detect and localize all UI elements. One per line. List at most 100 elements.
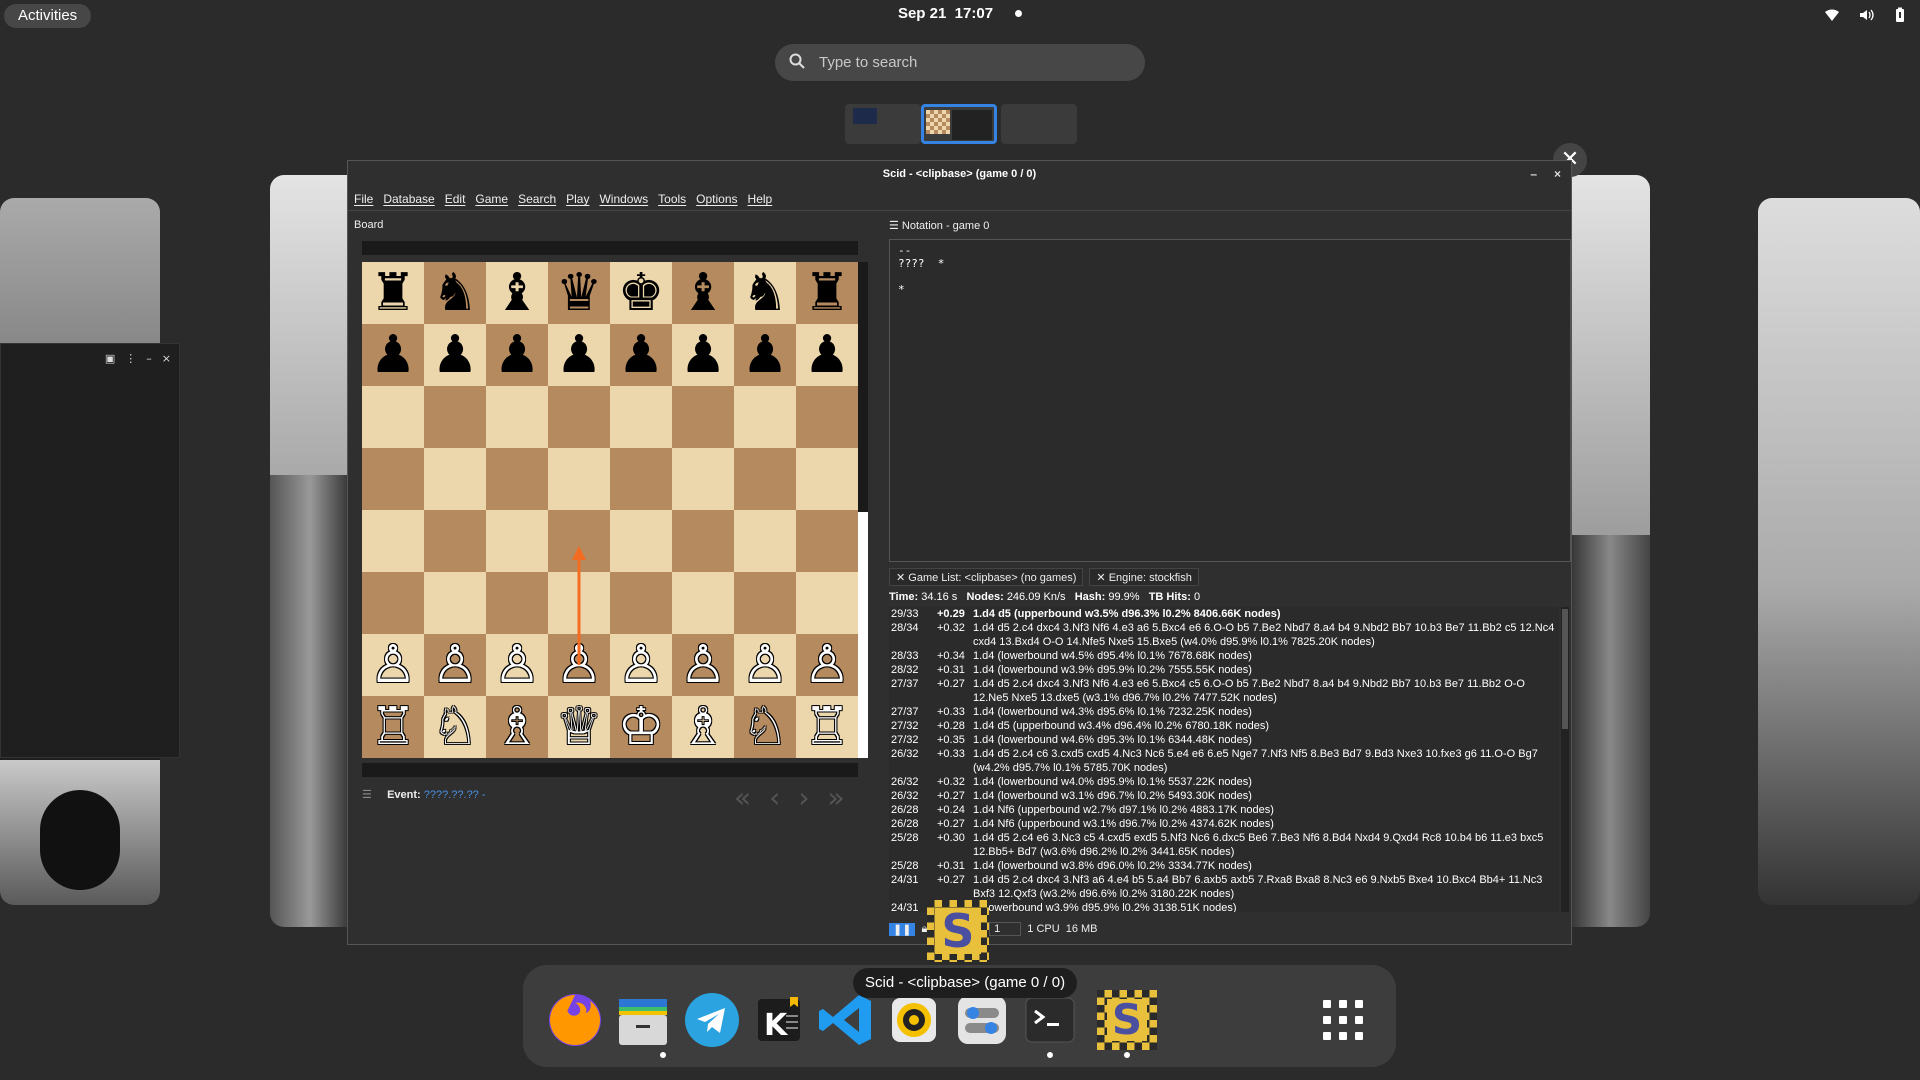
pv-score: +0.33	[937, 706, 965, 718]
pv-row[interactable]: 26/32 +0.32 1.d4 (lowerbound w4.0% d95.9% …	[889, 775, 1559, 789]
system-tray[interactable]	[1824, 7, 1908, 23]
menu-icon[interactable]: ⋮	[125, 352, 136, 365]
overview-search[interactable]	[775, 44, 1145, 81]
menu-edit[interactable]: Edit	[445, 187, 466, 210]
rhythmbox-icon[interactable]	[884, 990, 944, 1050]
tab-game-list[interactable]: ✕ Game List: <clipbase> (no games)	[889, 568, 1084, 586]
pause-icon[interactable]: ❚❚	[889, 922, 916, 936]
pv-line: 1.d4 d5 (upperbound w3.4% d96.4% l0.2% 6…	[973, 720, 1269, 732]
close-icon[interactable]: ×	[1554, 161, 1561, 187]
clock[interactable]: Sep 21 17:07	[0, 5, 1920, 22]
pv-row[interactable]: 25/28 +0.31 1.d4 (lowerbound w3.8% d96.0% …	[889, 859, 1559, 873]
files-icon[interactable]	[613, 990, 673, 1050]
prev-move-icon[interactable]: ‹	[769, 781, 780, 814]
pv-line: 1.d4 (lowerbound w4.0% d95.9% l0.1% 5537…	[973, 776, 1252, 788]
workspace-thumbnail-2[interactable]	[921, 104, 997, 144]
pv-row[interactable]: 27/32 +0.35 1.d4 (lowerbound w4.6% d95.3% …	[889, 733, 1559, 747]
terminal-icon[interactable]	[1020, 990, 1080, 1050]
pv-row[interactable]: 28/34 +0.32 1.d4 d5 2.c4 dxc4 3.Nf3 Nf6 4.…	[889, 621, 1559, 649]
minimize-icon[interactable]: –	[146, 352, 152, 365]
pv-row[interactable]: 27/37 +0.27 1.d4 d5 2.c4 dxc4 3.Nf3 Nf6 4.…	[889, 677, 1559, 705]
pv-depth: 26/28	[891, 818, 919, 830]
scid-icon[interactable]: S	[1097, 990, 1157, 1050]
pv-scrollbar-thumb[interactable]	[1562, 609, 1568, 729]
pv-line: 1.d4 Nf6 (upperbound w2.7% d97.1% l0.2% …	[973, 804, 1274, 816]
pv-row[interactable]: 27/32 +0.28 1.d4 d5 (upperbound w3.4% d96.…	[889, 719, 1559, 733]
workspace-thumbnail-3[interactable]	[1001, 104, 1077, 144]
pv-row[interactable]: 24/31 +0.27 1.d4 d5 2.c4 dxc4 3.Nf3 a6 4.e…	[889, 873, 1559, 901]
pv-depth: 26/32	[891, 790, 919, 802]
pv-row[interactable]: 24/31 4 (lowerbound w3.9% d95.9% l0.2% 31…	[889, 901, 1559, 912]
menu-play[interactable]: Play	[566, 187, 589, 210]
close-icon[interactable]: ×	[162, 352, 171, 365]
pv-row[interactable]: 28/33 +0.34 1.d4 (lowerbound w4.5% d95.4% …	[889, 649, 1559, 663]
scid-icon[interactable]: S	[927, 900, 989, 962]
battery-icon	[1892, 7, 1908, 23]
running-indicator	[1047, 1052, 1053, 1058]
pv-row[interactable]: 26/32 +0.33 1.d4 d5 2.c4 c6 3.cxd5 cxd5 4.…	[889, 747, 1559, 775]
search-input[interactable]	[817, 53, 1117, 72]
pv-row[interactable]: 26/28 +0.24 1.d4 Nf6 (upperbound w2.7% d97…	[889, 803, 1559, 817]
menu-lines-icon[interactable]: ☰	[362, 788, 384, 801]
pv-row[interactable]: 25/28 +0.30 1.d4 d5 2.c4 e6 3.Nc3 c5 4.cxd…	[889, 831, 1559, 859]
window-titlebar[interactable]: Scid - <clipbase> (game 0 / 0) – ×	[348, 161, 1571, 187]
tab-engine[interactable]: ✕ Engine: stockfish	[1089, 568, 1199, 586]
menu-database[interactable]: Database	[383, 187, 434, 210]
pv-row[interactable]: 27/37 +0.33 1.d4 (lowerbound w4.3% d95.6% …	[889, 705, 1559, 719]
board-bottom-bar	[362, 763, 858, 777]
notation-pane[interactable]: -- ???? * *	[889, 239, 1571, 562]
settings-icon[interactable]	[952, 990, 1012, 1050]
pv-score: +0.28	[937, 720, 965, 732]
last-move-icon[interactable]: »	[828, 781, 845, 814]
threads-field[interactable]: 1	[989, 922, 1022, 936]
notification-dot	[1015, 9, 1023, 17]
firefox-icon[interactable]	[545, 990, 605, 1050]
window-title: Scid - <clipbase> (game 0 / 0)	[882, 168, 1037, 180]
menu-windows[interactable]: Windows	[599, 187, 648, 210]
workspace-thumbnail-1[interactable]	[845, 104, 921, 144]
pv-line: 1.d4 d5 (upperbound w3.5% d96.3% l0.2% 8…	[973, 608, 1281, 620]
minimize-icon[interactable]: –	[1530, 161, 1537, 187]
menu-file[interactable]: File	[354, 187, 373, 210]
board-top-bar	[362, 241, 858, 255]
notation-tab[interactable]: ☰ Notation - game 0	[889, 219, 989, 232]
menu-search[interactable]: Search	[518, 187, 556, 210]
engine-pv-list[interactable]: 29/33 +0.29 1.d4 d5 (upperbound w3.5% d96.…	[889, 607, 1559, 912]
next-move-icon[interactable]: ›	[798, 781, 809, 814]
pv-row[interactable]: 28/32 +0.31 1.d4 (lowerbound w3.9% d95.9% …	[889, 663, 1559, 677]
first-move-icon[interactable]: «	[734, 781, 751, 814]
left-window-controls: ▣ ⋮ – ×	[105, 352, 171, 365]
left-app-window[interactable]: ▣ ⋮ – ×	[0, 343, 180, 758]
pv-score: +0.32	[937, 776, 965, 788]
workspace-window-preview	[926, 110, 950, 134]
pv-row[interactable]: 26/28 +0.27 1.d4 Nf6 (upperbound w3.1% d96…	[889, 817, 1559, 831]
mem-label: 16 MB	[1065, 923, 1098, 935]
scid-window[interactable]: Scid - <clipbase> (game 0 / 0) – × File …	[347, 160, 1572, 945]
menu-help[interactable]: Help	[748, 187, 773, 210]
menu-options[interactable]: Options	[696, 187, 737, 210]
nodes-value: 246.09 Kn/s	[1006, 591, 1066, 603]
event-label: Event:	[387, 789, 421, 801]
screenshot-icon[interactable]: ▣	[105, 352, 115, 365]
pv-line: 1.d4 (lowerbound w4.3% d95.6% l0.1% 7232…	[973, 706, 1252, 718]
pv-depth: 27/37	[891, 678, 919, 690]
pv-row[interactable]: 29/33 +0.29 1.d4 d5 (upperbound w3.5% d96.…	[889, 607, 1559, 621]
rock-image	[1570, 535, 1650, 927]
pv-depth: 29/33	[891, 608, 919, 620]
vscode-icon[interactable]	[816, 990, 876, 1050]
app-grid-icon[interactable]	[1313, 990, 1373, 1050]
tb-label: TB Hits:	[1148, 591, 1191, 603]
kate-icon[interactable]: K	[749, 990, 809, 1050]
pv-scrollbar[interactable]	[1561, 607, 1569, 912]
menu-game[interactable]: Game	[475, 187, 508, 210]
right-workspace-preview[interactable]	[1758, 198, 1920, 905]
running-indicator	[660, 1052, 666, 1058]
pv-line: 1.d4 d5 2.c4 e6 3.Nc3 c5 4.cxd5 exd5 5.N…	[973, 832, 1544, 858]
svg-text:K: K	[764, 1008, 789, 1043]
event-value[interactable]: ????.??.?? -	[424, 789, 486, 801]
pv-row[interactable]: 26/32 +0.27 1.d4 (lowerbound w3.1% d96.7% …	[889, 789, 1559, 803]
pv-depth: 27/37	[891, 706, 919, 718]
menu-tools[interactable]: Tools	[658, 187, 686, 210]
pv-depth: 28/32	[891, 664, 919, 676]
telegram-icon[interactable]	[682, 990, 742, 1050]
